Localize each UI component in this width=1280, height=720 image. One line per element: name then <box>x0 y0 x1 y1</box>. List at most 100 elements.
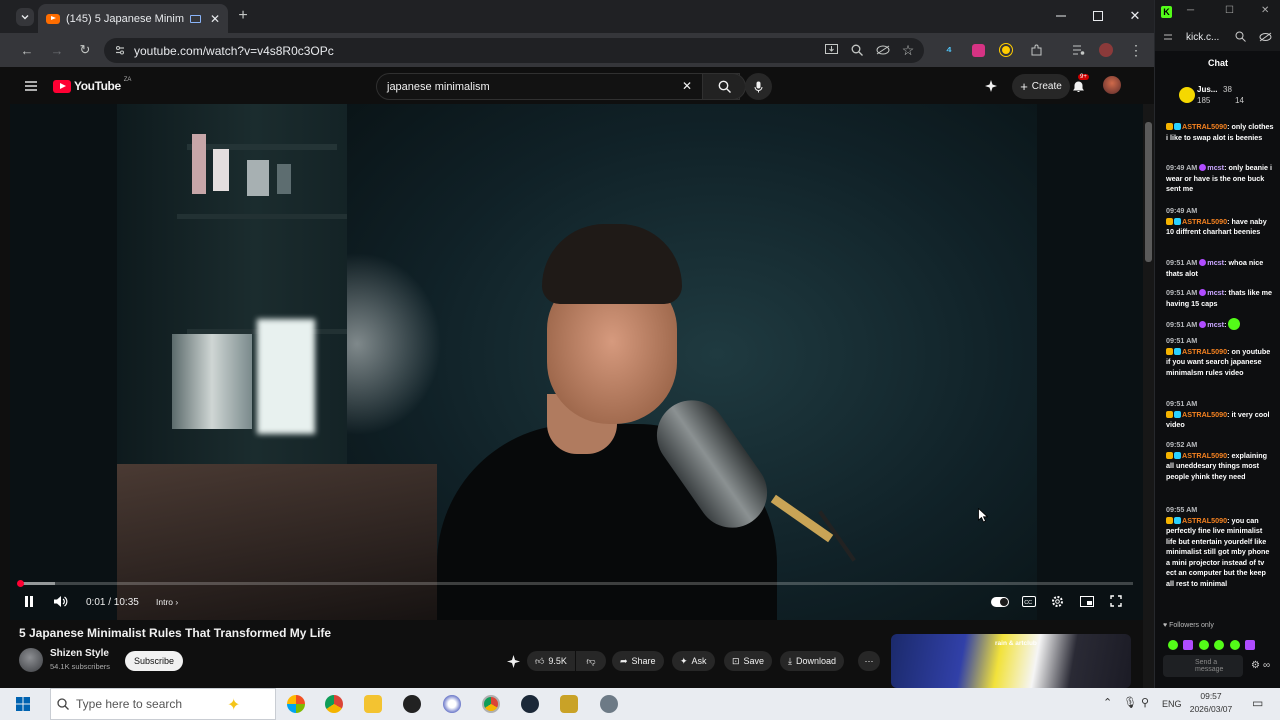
minimize-icon[interactable] <box>1052 7 1070 25</box>
taskbar-clock[interactable]: 09:57 2026/03/07 <box>1188 690 1234 716</box>
chat-username[interactable]: mcst <box>1207 258 1224 267</box>
notifications-bell-icon[interactable]: 9+ <box>1069 74 1089 95</box>
subscribe-button[interactable]: Subscribe <box>125 651 183 671</box>
extension-translate-icon[interactable]: ⁴ <box>940 41 958 59</box>
profile-avatar[interactable] <box>1097 41 1115 59</box>
miniplayer-icon[interactable] <box>1080 596 1094 607</box>
tab-active[interactable]: (145) 5 Japanese Minimalist ✕ <box>38 4 228 33</box>
create-button[interactable]: + Create <box>1012 74 1070 99</box>
clock-date: 2026/03/07 <box>1189 704 1233 714</box>
maximize-icon[interactable] <box>1089 7 1107 25</box>
kick-maximize-icon[interactable]: ☐ <box>1225 5 1234 16</box>
notification-center-icon[interactable]: ▭ <box>1252 696 1263 710</box>
download-button[interactable]: ⤓ Download <box>780 651 845 671</box>
new-tab-icon[interactable]: + <box>234 7 252 25</box>
clear-search-icon[interactable]: ✕ <box>678 77 696 95</box>
taskbar-file-explorer-icon[interactable] <box>364 695 382 713</box>
ai-sparkle-icon[interactable] <box>982 77 1000 95</box>
crown-badge-icon <box>1166 217 1173 225</box>
settings-gear-icon[interactable] <box>1051 595 1064 608</box>
voice-search-button[interactable] <box>745 73 772 100</box>
more-actions-button[interactable]: ⋯ <box>858 651 880 671</box>
address-bar[interactable]: youtube.com/watch?v=v4s8R0c3OPc <box>104 38 924 63</box>
taskbar-copilot-icon[interactable] <box>287 695 305 713</box>
taskbar-snipping-icon[interactable] <box>443 695 461 713</box>
tray-network-icon[interactable]: ⚲ <box>1141 696 1149 709</box>
chat-username[interactable]: ASTRAL5090 <box>1182 217 1227 226</box>
chat-message-input[interactable]: Send a message <box>1163 655 1243 677</box>
captions-icon[interactable]: CC <box>1022 596 1036 607</box>
volume-button[interactable] <box>53 595 68 608</box>
ask-button[interactable]: ✦ Ask <box>672 651 715 671</box>
page-scrollbar[interactable] <box>1143 104 1154 688</box>
chapter-button[interactable]: Intro › <box>156 597 178 607</box>
tab-search-icon[interactable] <box>16 8 34 26</box>
site-info-icon[interactable] <box>114 44 126 56</box>
close-window-icon[interactable]: ✕ <box>1126 7 1144 25</box>
channel-name[interactable]: Shizen Style <box>50 648 109 659</box>
kick-address-bar[interactable]: kick.c... <box>1155 27 1280 51</box>
like-button[interactable]: 👍︎ 9.5K <box>527 651 575 671</box>
chat-scrollbar[interactable] <box>1270 112 1278 682</box>
media-control-icon[interactable] <box>1069 41 1087 59</box>
tray-language[interactable]: ENG <box>1162 699 1182 709</box>
progress-bar[interactable] <box>19 582 1133 585</box>
chat-username[interactable]: mcst <box>1207 163 1224 172</box>
video-player[interactable]: 0:01 / 10:35 Intro › CC <box>10 104 1144 620</box>
taskbar-steam-icon[interactable] <box>521 695 539 713</box>
zoom-icon[interactable] <box>848 41 866 59</box>
chat-username[interactable]: ASTRAL5090 <box>1182 451 1227 460</box>
eye-off-icon[interactable] <box>874 41 892 59</box>
account-avatar[interactable] <box>1103 76 1121 94</box>
kick-minimize-icon[interactable]: ─ <box>1187 5 1194 16</box>
taskbar-search-box[interactable]: Type here to search ✦ <box>50 688 276 720</box>
windows-start-icon[interactable] <box>16 697 30 711</box>
chat-username[interactable]: ASTRAL5090 <box>1182 516 1227 525</box>
taskbar-chrome-icon[interactable] <box>325 695 343 713</box>
emote-bar[interactable] <box>1168 636 1270 668</box>
dislike-button[interactable]: 👎︎ <box>576 651 606 671</box>
taskbar-app-2-icon[interactable] <box>600 695 618 713</box>
share-button[interactable]: ➦ Share <box>612 651 664 671</box>
tray-mic-icon[interactable]: 🎙︎ <box>1123 696 1137 709</box>
youtube-logo[interactable]: YouTube ZA <box>53 77 131 93</box>
sparkle-ai-icon[interactable] <box>507 655 520 668</box>
kick-eye-off-icon[interactable] <box>1259 32 1272 42</box>
forward-icon[interactable]: → <box>48 41 66 59</box>
chrome-menu-icon[interactable]: ⋮ <box>1127 41 1145 59</box>
bookmark-star-icon[interactable]: ☆ <box>899 41 917 59</box>
extensions-puzzle-icon[interactable] <box>1027 41 1045 59</box>
fullscreen-icon[interactable] <box>1110 595 1122 607</box>
chat-username[interactable]: mcst <box>1207 320 1224 329</box>
autoplay-toggle[interactable] <box>991 597 1009 607</box>
tray-chevron-icon[interactable]: ⌃ <box>1103 696 1112 709</box>
search-button[interactable] <box>702 73 746 100</box>
chat-username[interactable]: mcst <box>1207 288 1224 297</box>
chat-username[interactable]: ASTRAL5090 <box>1182 410 1227 419</box>
extension-yellow-icon[interactable] <box>997 41 1015 59</box>
youtube-favicon-icon <box>46 13 60 24</box>
save-button[interactable]: ⊡ Save <box>724 651 773 671</box>
page-scrollbar-thumb[interactable] <box>1145 122 1152 262</box>
hamburger-menu-icon[interactable] <box>22 77 40 95</box>
reload-icon[interactable]: ↻ <box>76 41 94 59</box>
taskbar-chrome-profile-icon[interactable] <box>482 695 500 713</box>
tab-close-icon[interactable]: ✕ <box>210 12 220 26</box>
recommended-video-thumbnail[interactable]: rain & artclub <box>891 634 1131 688</box>
pinned-stat-3: 14 <box>1235 96 1244 105</box>
chat-settings-icon[interactable]: ⚙ <box>1251 660 1260 671</box>
kick-zoom-icon[interactable] <box>1235 31 1246 42</box>
back-icon[interactable]: ← <box>18 41 36 59</box>
channel-avatar[interactable] <box>19 648 43 672</box>
kick-site-info-icon[interactable] <box>1163 32 1173 42</box>
taskbar-obs-icon[interactable] <box>403 695 421 713</box>
chat-username[interactable]: ASTRAL5090 <box>1182 347 1227 356</box>
extension-pink-icon[interactable] <box>969 41 987 59</box>
kick-close-icon[interactable]: ✕ <box>1261 5 1269 16</box>
taskbar-app-icon[interactable] <box>560 695 578 713</box>
install-app-icon[interactable] <box>822 41 840 59</box>
chat-username[interactable]: ASTRAL5090 <box>1182 122 1227 131</box>
pause-button[interactable] <box>24 596 34 607</box>
scrubber-handle[interactable] <box>17 580 24 587</box>
pinned-user-card[interactable]: Jus... 38 185 14 <box>1163 82 1271 110</box>
